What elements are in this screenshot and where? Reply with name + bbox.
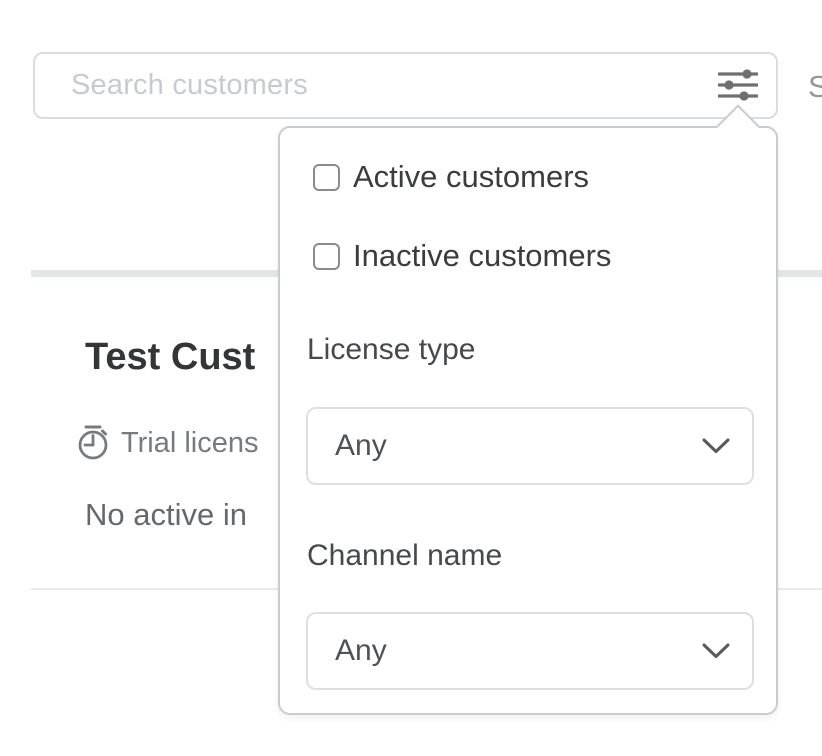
chevron-down-icon: [702, 438, 730, 455]
sliders-icon: [718, 68, 758, 104]
stopwatch-icon: [76, 424, 110, 462]
active-customers-option[interactable]: Active customers: [313, 159, 589, 195]
active-customers-label: Active customers: [353, 159, 589, 195]
license-type-label: License type: [307, 333, 475, 367]
sort-link-partial[interactable]: S: [808, 69, 822, 105]
chevron-down-icon: [702, 643, 730, 660]
customers-page: { "search": { "placeholder": "Search cus…: [0, 0, 822, 756]
search-placeholder: Search customers: [71, 69, 308, 102]
customer-license-text: Trial licens: [121, 427, 259, 460]
filter-button[interactable]: [716, 64, 760, 108]
channel-name-label: Channel name: [307, 539, 502, 573]
inactive-customers-label: Inactive customers: [353, 238, 611, 274]
customer-license-row: Trial licens: [76, 424, 259, 462]
customer-name-heading: Test Cust: [85, 336, 255, 379]
customer-status-text: No active in: [85, 497, 247, 533]
license-type-select[interactable]: Any: [306, 407, 754, 485]
channel-name-select[interactable]: Any: [306, 612, 754, 690]
filter-popover: Active customers Inactive customers Lice…: [278, 126, 778, 715]
license-type-value: Any: [335, 429, 387, 463]
search-input[interactable]: Search customers: [33, 52, 778, 119]
inactive-customers-checkbox[interactable]: [313, 243, 340, 270]
active-customers-checkbox[interactable]: [313, 164, 340, 191]
channel-name-value: Any: [335, 634, 387, 668]
inactive-customers-option[interactable]: Inactive customers: [313, 238, 611, 274]
